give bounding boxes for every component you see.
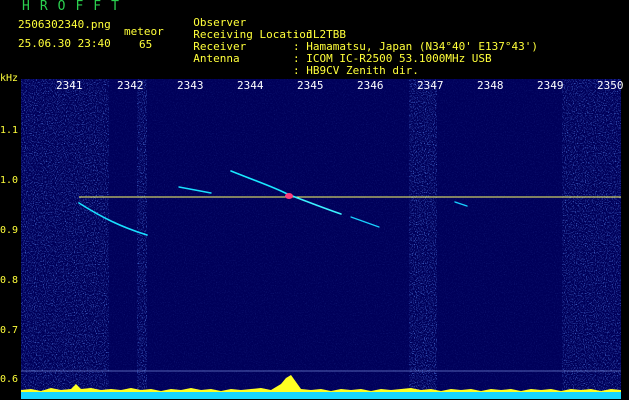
noise-band	[562, 79, 621, 399]
meteor-label: meteor	[124, 25, 164, 38]
x-tick-label: 2341	[56, 79, 83, 92]
x-tick-label: 2348	[477, 79, 504, 92]
y-axis: kHz 1.1 1.0 0.9 0.8 0.7 0.6	[0, 70, 20, 400]
meteor-count: 65	[139, 38, 153, 51]
meteor-head	[285, 193, 293, 199]
spectrogram	[21, 79, 621, 399]
y-axis-unit: kHz	[0, 73, 19, 84]
x-tick-label: 2345	[297, 79, 324, 92]
signal-baseline-band	[21, 392, 621, 399]
x-tick-label: 2342	[117, 79, 144, 92]
x-tick-label: 2350	[597, 79, 624, 92]
noise-band	[21, 79, 109, 399]
y-tick-label: 0.6	[0, 374, 19, 385]
y-tick-label: 1.1	[0, 125, 19, 136]
y-tick-label: 0.8	[0, 275, 19, 286]
antenna-label: Antenna	[193, 52, 240, 65]
file-name: 2506302340.png	[18, 18, 111, 31]
x-tick-label: 2347	[417, 79, 444, 92]
antenna-value: : HB9CV Zenith dir.	[293, 64, 419, 77]
x-tick-label: 2346	[357, 79, 384, 92]
y-tick-label: 1.0	[0, 175, 19, 186]
app-title: HROFFT	[22, 0, 129, 14]
antenna-row: Antenna : HB9CV Zenith dir.	[180, 41, 419, 77]
file-datetime: 25.06.30 23:40	[18, 37, 111, 50]
y-tick-label: 0.7	[0, 325, 19, 336]
noise-band	[109, 79, 562, 399]
x-tick-label: 2343	[177, 79, 204, 92]
x-tick-label: 2349	[537, 79, 564, 92]
y-tick-label: 0.9	[0, 225, 19, 236]
noise-bands	[21, 79, 621, 399]
x-tick-label: 2344	[237, 79, 264, 92]
